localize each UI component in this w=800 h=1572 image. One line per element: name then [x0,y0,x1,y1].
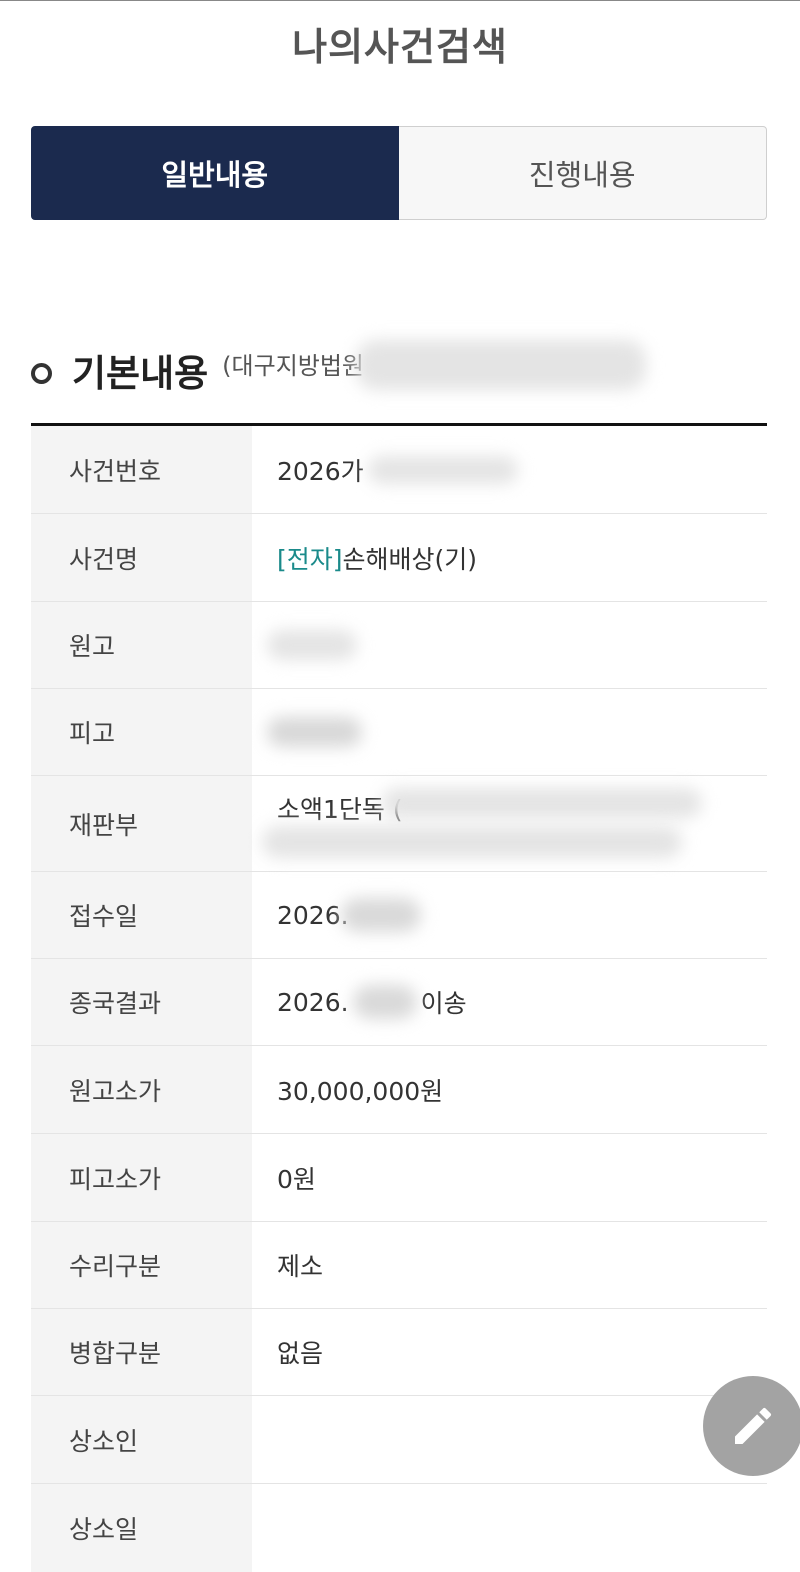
label-appeal-date: 상소일 [31,1484,252,1572]
value-appeal-date [252,1484,767,1572]
label-defendant-amount: 피고소가 [31,1134,252,1221]
label-appellant: 상소인 [31,1396,252,1483]
case-number-text: 2026가 [277,456,364,486]
table-row-appeal-date: 상소일 [31,1484,767,1572]
section-title: 기본내용 [72,352,209,395]
redacted-defendant [267,717,362,747]
table-row-appellant: 상소인 [31,1396,767,1484]
redacted-court-division-line1 [382,788,702,818]
table-row-court-division: 재판부 소액1단독 ( [31,776,767,872]
table-row-filing-date: 접수일 2026. [31,872,767,959]
electronic-tag: [전자] [277,544,343,574]
label-court-division: 재판부 [31,776,252,871]
circle-bullet-icon [31,362,52,384]
table-row-receipt-type: 수리구분 제소 [31,1222,767,1309]
value-receipt-type: 제소 [277,1252,324,1281]
redacted-court-detail [356,340,646,390]
pencil-icon [735,1407,772,1444]
redacted-final-result [352,985,417,1019]
court-name: (대구지방법원 [222,351,365,380]
value-case-name: [전자] 손해배상(기) [252,514,767,601]
tab-bar: 일반내용 진행내용 [31,126,767,220]
case-name-text: 손해배상(기) [342,544,478,574]
label-final-result: 종국결과 [31,959,252,1045]
tab-general[interactable]: 일반내용 [31,126,399,220]
table-row-plaintiff-amount: 원고소가 30,000,000원 [31,1046,767,1134]
value-plaintiff [252,602,767,688]
label-defendant: 피고 [31,689,252,775]
top-divider [0,0,800,1]
table-row-plaintiff: 원고 [31,602,767,689]
value-final-result: 2026. 이송 [252,959,767,1045]
redacted-case-number [367,455,518,484]
value-court-division: 소액1단독 ( [252,776,767,871]
table-row-final-result: 종국결과 2026. 이송 [31,959,767,1046]
table-row-defendant-amount: 피고소가 0원 [31,1134,767,1222]
filing-date-text: 2026. [277,900,349,930]
label-receipt-type: 수리구분 [31,1222,252,1308]
case-info-table: 사건번호 2026가 사건명 [전자] 손해배상(기) 원고 피고 재판부 소액1… [31,423,767,1572]
redacted-plaintiff [267,630,357,660]
label-filing-date: 접수일 [31,872,252,958]
value-plaintiff-amount: 30,000,000원 [277,1076,444,1106]
value-appellant [252,1396,767,1483]
value-defendant [252,689,767,775]
value-case-number: 2026가 [252,426,767,513]
final-result-date: 2026. [277,987,349,1017]
redacted-filing-date [340,898,421,932]
table-row-case-name: 사건명 [전자] 손해배상(기) [31,514,767,602]
label-case-name: 사건명 [31,514,252,601]
edit-fab-button[interactable] [703,1376,800,1476]
value-filing-date: 2026. [252,872,767,958]
label-case-number: 사건번호 [31,426,252,513]
final-result-text: 이송 [420,989,467,1018]
redacted-court-division-line2 [262,826,682,858]
page-title: 나의사건검색 [292,25,508,69]
tab-progress[interactable]: 진행내용 [398,126,767,220]
table-row-case-number: 사건번호 2026가 [31,426,767,514]
table-row-defendant: 피고 [31,689,767,776]
label-merge-type: 병합구분 [31,1309,252,1395]
label-plaintiff: 원고 [31,602,252,688]
value-merge-type: 없음 [277,1339,324,1368]
table-row-merge-type: 병합구분 없음 [31,1309,767,1396]
label-plaintiff-amount: 원고소가 [31,1046,252,1133]
value-defendant-amount: 0원 [277,1164,316,1194]
